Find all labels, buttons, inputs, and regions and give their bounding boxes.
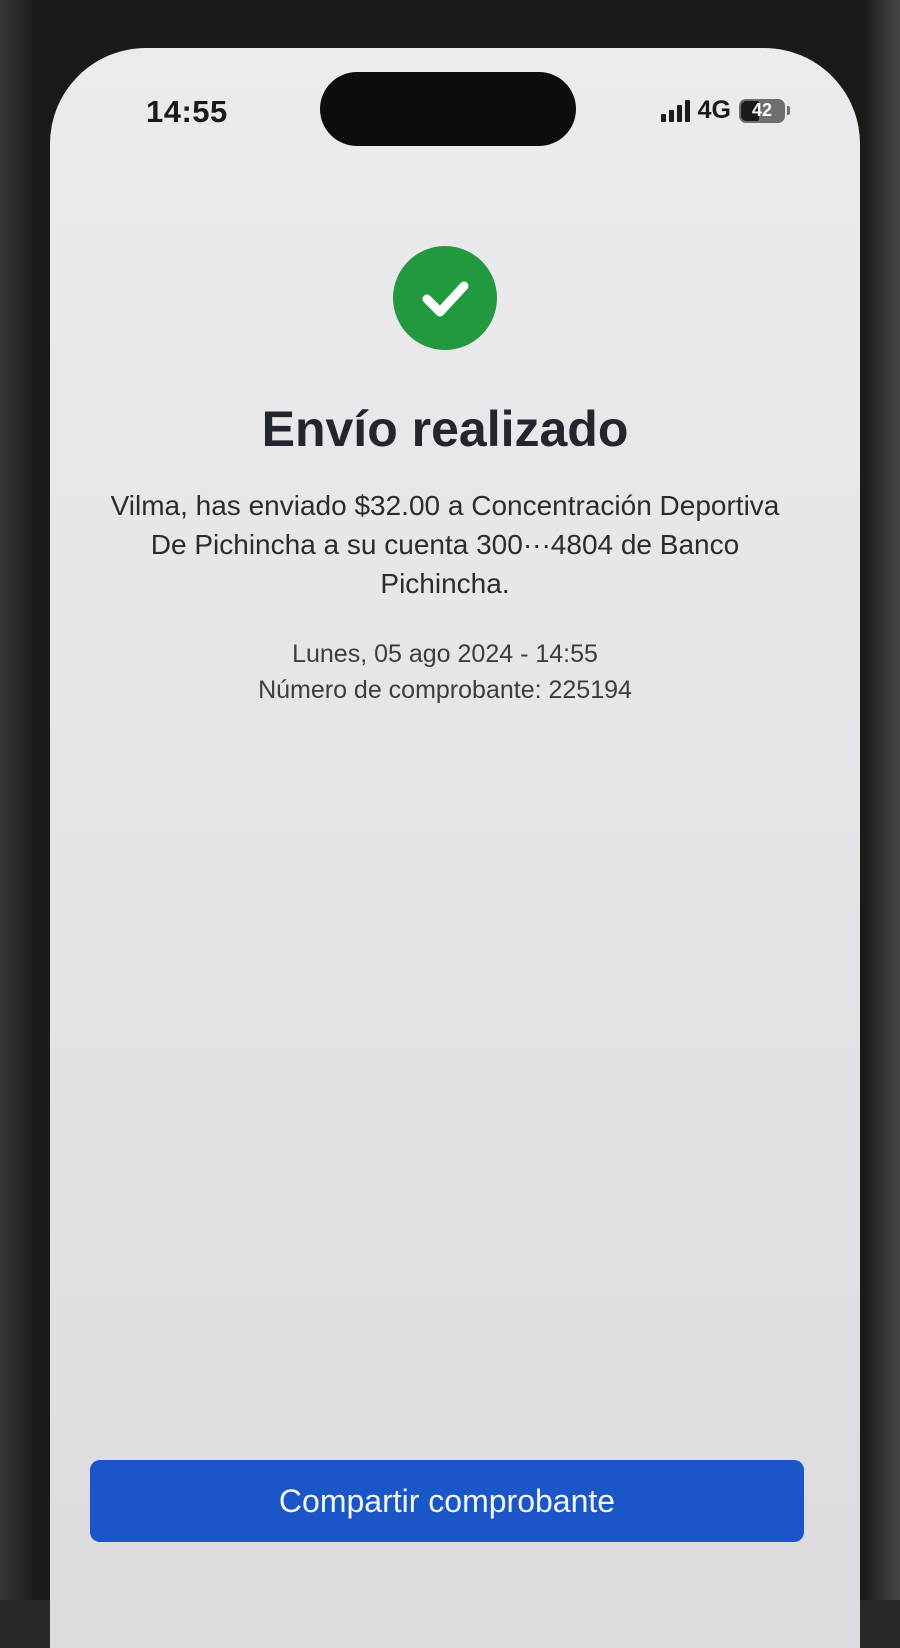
status-time: 14:55 bbox=[146, 94, 228, 129]
transfer-date: Lunes, 05 ago 2024 - 14:55 bbox=[292, 640, 598, 668]
status-indicators: 4G 42 bbox=[660, 96, 790, 125]
status-bar: 14:55 4G 42 bbox=[50, 48, 860, 158]
app-screen: 14:55 4G 42 Envío realizado Vilma, has e… bbox=[50, 48, 860, 1648]
page-title: Envío realizado bbox=[261, 401, 629, 457]
network-type: 4G bbox=[697, 96, 731, 124]
transfer-message: Vilma, has enviado $32.00 a Concentració… bbox=[110, 490, 780, 599]
phone-frame: 14:55 4G 42 Envío realizado Vilma, has e… bbox=[0, 0, 900, 1648]
battery-level: 42 bbox=[751, 100, 773, 120]
check-circle-icon bbox=[393, 246, 497, 350]
checkmark-icon bbox=[422, 281, 469, 317]
signal-bars-icon bbox=[660, 99, 690, 122]
battery-icon: 42 bbox=[739, 98, 785, 123]
receipt-number: Número de comprobante: 225194 bbox=[258, 676, 632, 704]
dynamic-island bbox=[320, 72, 576, 146]
battery-nub bbox=[787, 106, 790, 115]
share-receipt-button[interactable]: Compartir comprobante bbox=[90, 1460, 804, 1542]
